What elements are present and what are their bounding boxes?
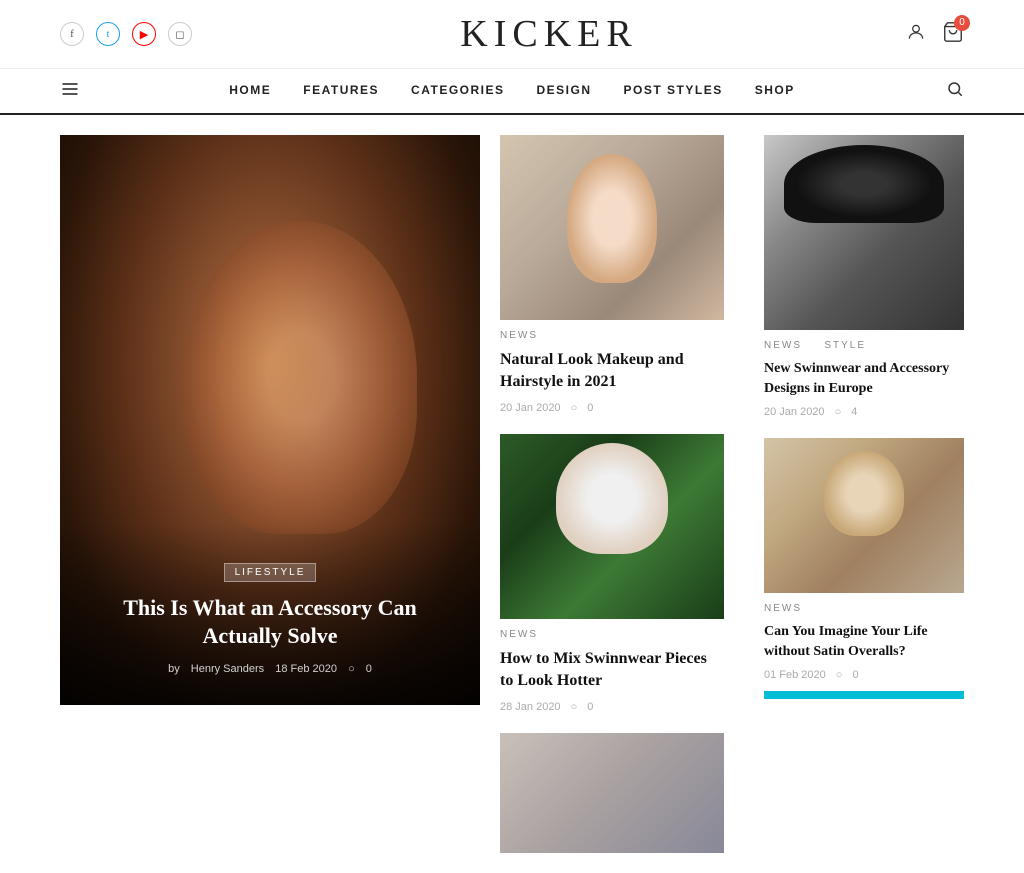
right-1-cat-news: NEWS <box>764 340 802 351</box>
featured-comment-icon: ○ <box>348 663 355 675</box>
featured-title: This Is What an Accessory Can Actually S… <box>90 594 450 651</box>
right-column: NEWS STYLE New Swinnwear and Accessory D… <box>744 135 964 873</box>
right-1-meta: 20 Jan 2020 ○ 4 <box>764 406 964 418</box>
article-2-category: NEWS <box>500 629 724 640</box>
social-icons: f t ▶ ◻ <box>60 22 192 46</box>
article-card-1[interactable]: NEWS Natural Look Makeup and Hairstyle i… <box>500 135 724 414</box>
featured-comments: 0 <box>366 663 372 675</box>
right-2-title: Can You Imagine Your Life without Satin … <box>764 622 964 661</box>
article-card-3[interactable] <box>500 733 724 853</box>
article-1-title: Natural Look Makeup and Hairstyle in 202… <box>500 349 724 394</box>
nav-item-post-styles[interactable]: POST STYLES <box>624 83 723 99</box>
right-1-date: 20 Jan 2020 <box>764 406 825 418</box>
instagram-icon[interactable]: ◻ <box>168 22 192 46</box>
youtube-icon[interactable]: ▶ <box>132 22 156 46</box>
right-image-2 <box>764 438 964 593</box>
cart-badge: 0 <box>954 15 970 31</box>
right-image-1 <box>764 135 964 330</box>
featured-date: 18 Feb 2020 <box>275 663 337 675</box>
article-image-3 <box>500 733 724 853</box>
facebook-icon[interactable]: f <box>60 22 84 46</box>
nav-link-design[interactable]: DESIGN <box>537 83 592 97</box>
right-article-2[interactable]: NEWS Can You Imagine Your Life without S… <box>764 438 964 699</box>
right-2-comment-icon: ○ <box>836 669 843 681</box>
article-image-1 <box>500 135 724 320</box>
article-2-meta: 28 Jan 2020 ○ 0 <box>500 701 724 713</box>
nav-item-features[interactable]: FEATURES <box>303 83 379 99</box>
article-2-comments: 0 <box>587 701 593 713</box>
middle-column: NEWS Natural Look Makeup and Hairstyle i… <box>480 135 744 873</box>
article-2-date: 28 Jan 2020 <box>500 701 561 713</box>
right-1-category: NEWS STYLE <box>764 340 964 351</box>
right-2-meta: 01 Feb 2020 ○ 0 <box>764 669 964 681</box>
right-2-date: 01 Feb 2020 <box>764 669 826 681</box>
cart-icon[interactable]: 0 <box>942 21 964 48</box>
nav-item-design[interactable]: DESIGN <box>537 83 592 99</box>
article-1-comment-icon: ○ <box>571 402 578 414</box>
site-logo[interactable]: KICKER <box>192 12 906 56</box>
featured-post[interactable]: LIFESTYLE This Is What an Accessory Can … <box>60 135 480 705</box>
right-1-comment-icon: ○ <box>835 406 842 418</box>
right-2-comments: 0 <box>852 669 858 681</box>
article-image-2 <box>500 434 724 619</box>
main-content: LIFESTYLE This Is What an Accessory Can … <box>0 135 1024 873</box>
nav-link-features[interactable]: FEATURES <box>303 83 379 97</box>
featured-overlay: LIFESTYLE This Is What an Accessory Can … <box>60 523 480 705</box>
right-article-1[interactable]: NEWS STYLE New Swinnwear and Accessory D… <box>764 135 964 418</box>
nav-link-home[interactable]: HOME <box>229 83 271 97</box>
right-1-comments: 4 <box>851 406 857 418</box>
twitter-icon[interactable]: t <box>96 22 120 46</box>
hamburger-menu[interactable] <box>60 79 80 104</box>
search-icon[interactable] <box>946 80 964 103</box>
article-card-2[interactable]: NEWS How to Mix Swinnwear Pieces to Look… <box>500 434 724 713</box>
nav-item-shop[interactable]: SHOP <box>755 83 795 99</box>
nav-link-shop[interactable]: SHOP <box>755 83 795 97</box>
user-icon[interactable] <box>906 22 926 47</box>
article-2-title: How to Mix Swinnwear Pieces to Look Hott… <box>500 648 724 693</box>
featured-author: Henry Sanders <box>191 663 264 675</box>
article-1-comments: 0 <box>587 402 593 414</box>
article-1-category: NEWS <box>500 330 724 341</box>
nav-item-categories[interactable]: CATEGORIES <box>411 83 504 99</box>
nav-item-home[interactable]: HOME <box>229 83 271 99</box>
header-icons: 0 <box>906 21 964 48</box>
featured-category: LIFESTYLE <box>224 563 317 582</box>
article-1-meta: 20 Jan 2020 ○ 0 <box>500 402 724 414</box>
article-2-comment-icon: ○ <box>571 701 578 713</box>
right-2-category: NEWS <box>764 603 964 614</box>
featured-meta: by Henry Sanders 18 Feb 2020 ○ 0 <box>90 663 450 675</box>
nav-links: HOME FEATURES CATEGORIES DESIGN POST STY… <box>229 83 794 99</box>
nav-link-categories[interactable]: CATEGORIES <box>411 83 504 97</box>
header-top: f t ▶ ◻ KICKER 0 <box>0 0 1024 69</box>
featured-author-label: by <box>168 663 180 675</box>
nav-link-post-styles[interactable]: POST STYLES <box>624 83 723 97</box>
teal-accent-bar <box>764 691 964 699</box>
right-1-cat-style: STYLE <box>824 340 866 351</box>
nav-bar: HOME FEATURES CATEGORIES DESIGN POST STY… <box>0 69 1024 115</box>
article-1-date: 20 Jan 2020 <box>500 402 561 414</box>
right-1-title: New Swinnwear and Accessory Designs in E… <box>764 359 964 398</box>
